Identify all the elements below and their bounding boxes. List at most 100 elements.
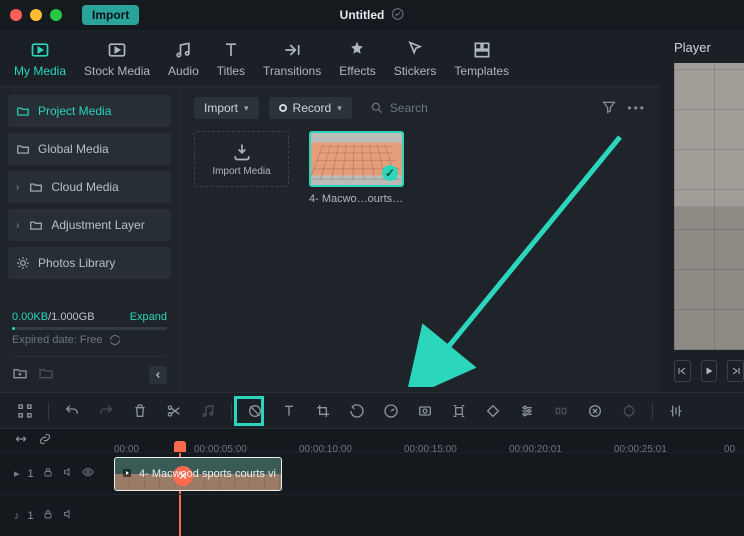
player-next-button[interactable] <box>727 360 744 382</box>
timeline: 00:00 00:00:05:00 00:00:10:00 00:00:15:0… <box>0 428 744 536</box>
select-tool-icon[interactable] <box>14 400 36 422</box>
sidebar-item-label: Cloud Media <box>51 180 118 194</box>
video-track-row: ▸ 1 4- Macwood sports courts vi ✕ <box>0 452 744 494</box>
audio-track-label: 1 <box>28 510 34 522</box>
tab-transitions[interactable]: Transitions <box>263 40 321 86</box>
tab-titles[interactable]: Titles <box>217 40 245 86</box>
import-card-label: Import Media <box>212 166 270 177</box>
audio-track-icon: ♪ <box>14 510 20 522</box>
import-button[interactable]: Import <box>82 5 139 25</box>
video-track-icon: ▸ <box>14 467 20 480</box>
text-icon[interactable] <box>278 400 300 422</box>
sidebar-item-project-media[interactable]: Project Media <box>8 95 171 127</box>
sidebar-item-label: Global Media <box>38 142 109 156</box>
clip-play-icon <box>121 467 133 482</box>
player-play-button[interactable] <box>701 360 718 382</box>
title-bar: Import Untitled <box>0 0 744 30</box>
timeline-clip[interactable]: 4- Macwood sports courts vi ✕ <box>114 457 282 491</box>
lock-icon[interactable] <box>42 466 54 481</box>
lock-icon[interactable] <box>42 508 54 523</box>
keyframe-icon[interactable] <box>482 400 504 422</box>
rotate-icon[interactable] <box>346 400 368 422</box>
sidebar-item-label: Adjustment Layer <box>51 218 144 232</box>
audio-track-row: ♪ 1 <box>0 494 744 536</box>
cloud-sync-icon[interactable] <box>390 7 404 24</box>
storage-bar <box>12 327 167 330</box>
auto-reframe-icon[interactable] <box>618 400 640 422</box>
folder-icon[interactable] <box>38 365 54 384</box>
more-icon[interactable]: ••• <box>627 101 646 115</box>
tab-my-media[interactable]: My Media <box>14 40 66 86</box>
marker-icon[interactable] <box>550 400 572 422</box>
tab-audio[interactable]: Audio <box>168 40 199 86</box>
search-placeholder: Search <box>390 101 428 115</box>
record-icon <box>279 104 287 112</box>
player-title: Player <box>674 40 744 55</box>
window-minimize-button[interactable] <box>30 9 42 21</box>
crop-icon[interactable] <box>312 400 334 422</box>
tab-label: Templates <box>454 64 509 78</box>
visibility-icon[interactable] <box>82 466 94 481</box>
clip-added-check-icon: ✓ <box>382 165 398 181</box>
tab-label: Stickers <box>394 64 437 78</box>
sidebar-item-label: Project Media <box>38 104 111 118</box>
chevron-right-icon: › <box>16 182 19 193</box>
media-clip-thumbnail[interactable]: ✓ <box>309 131 404 187</box>
filter-icon[interactable] <box>601 99 617 118</box>
window-close-button[interactable] <box>10 9 22 21</box>
tab-effects[interactable]: Effects <box>339 40 375 86</box>
tab-label: Stock Media <box>84 64 150 78</box>
timeline-link-icon[interactable] <box>38 432 52 449</box>
storage-expand-link[interactable]: Expand <box>130 311 167 323</box>
delete-icon[interactable] <box>129 400 151 422</box>
chevron-right-icon: › <box>16 220 19 231</box>
project-title: Untitled <box>340 8 385 22</box>
import-media-card[interactable]: Import Media <box>194 131 289 187</box>
speed-icon[interactable] <box>380 400 402 422</box>
green-screen-icon[interactable] <box>584 400 606 422</box>
sidebar-item-photos-library[interactable]: Photos Library <box>8 247 171 279</box>
search-icon <box>370 101 384 115</box>
tab-label: Effects <box>339 64 375 78</box>
mute-icon[interactable] <box>62 466 74 481</box>
sidebar-item-adjustment-layer[interactable]: › Adjustment Layer <box>8 209 171 241</box>
clip-name-label: 4- Macwo…ourts video <box>309 193 404 205</box>
adjust-icon[interactable] <box>516 400 538 422</box>
clip-name: 4- Macwood sports courts vi <box>139 468 276 480</box>
redo-icon[interactable] <box>95 400 117 422</box>
import-dropdown[interactable]: Import▾ <box>194 97 259 119</box>
player-viewer[interactable] <box>674 63 744 350</box>
timeline-toolbar <box>0 392 744 428</box>
window-maximize-button[interactable] <box>50 9 62 21</box>
tab-label: My Media <box>14 64 66 78</box>
tab-stock-media[interactable]: Stock Media <box>84 40 150 86</box>
tab-templates[interactable]: Templates <box>454 40 509 86</box>
timeline-envelope-icon[interactable] <box>14 432 28 449</box>
timeline-playhead[interactable] <box>174 441 186 453</box>
video-track-label: 1 <box>28 468 34 480</box>
tab-stickers[interactable]: Stickers <box>394 40 437 86</box>
mask-icon[interactable] <box>244 400 266 422</box>
sidebar-item-cloud-media[interactable]: › Cloud Media <box>8 171 171 203</box>
color-icon[interactable] <box>414 400 436 422</box>
storage-used-text: 0.00KB/1.000GB <box>12 311 95 323</box>
sidebar-item-global-media[interactable]: Global Media <box>8 133 171 165</box>
search-input[interactable]: Search <box>362 97 592 119</box>
sidebar-item-label: Photos Library <box>38 256 115 270</box>
new-folder-icon[interactable] <box>12 365 28 384</box>
player-prev-button[interactable] <box>674 360 691 382</box>
track-motion-icon[interactable] <box>448 400 470 422</box>
media-sidebar: Project Media Global Media › Cloud Media… <box>0 87 180 392</box>
split-icon[interactable] <box>163 400 185 422</box>
refresh-icon[interactable] <box>109 334 121 346</box>
mute-icon[interactable] <box>62 508 74 523</box>
expiry-text: Expired date: Free <box>12 334 103 346</box>
undo-icon[interactable] <box>61 400 83 422</box>
tab-label: Audio <box>168 64 199 78</box>
player-panel: Player <box>660 30 744 392</box>
record-dropdown[interactable]: Record▾ <box>269 97 352 119</box>
timeline-zoom-icon[interactable] <box>665 400 687 422</box>
audio-detach-icon[interactable] <box>197 400 219 422</box>
window-traffic-lights <box>10 9 62 21</box>
sidebar-collapse-button[interactable] <box>149 366 167 384</box>
